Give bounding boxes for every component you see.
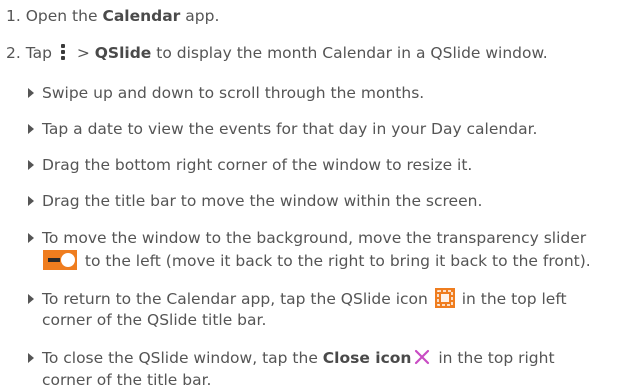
step-1-app-name: Calendar (102, 7, 181, 25)
bullet-resize-text: Drag the bottom right corner of the wind… (42, 156, 473, 174)
bullet-tap-date: Tap a date to view the events for that d… (28, 119, 537, 139)
bullet-arrow-icon (28, 233, 34, 243)
bullet-transparency-line2: to the left (move it back to the right t… (42, 250, 591, 271)
bullet-arrow-icon (28, 88, 34, 98)
bullet-arrow-icon (28, 196, 34, 206)
step-1-text-before: Open the (25, 7, 103, 25)
step-2: 2. Tap > QSlide to display the month Cal… (6, 43, 548, 63)
bullet-scroll: Swipe up and down to scroll through the … (28, 83, 424, 103)
bullet-return: To return to the Calendar app, tap the Q… (28, 288, 567, 309)
step-1-number: 1. (6, 7, 21, 25)
bullet-transparency-line1: To move the window to the background, mo… (42, 229, 587, 247)
qslide-icon (434, 288, 455, 308)
step-1: 1. Open the Calendar app. (6, 6, 219, 26)
bullet-scroll-text: Swipe up and down to scroll through the … (42, 84, 425, 102)
menu-dots-icon (60, 43, 66, 61)
bullet-arrow-icon (28, 294, 34, 304)
bullet-transparency-line2-text: to the left (move it back to the right t… (80, 252, 591, 270)
bullet-return-line2: corner of the QSlide title bar. (42, 310, 266, 330)
bullet-arrow-icon (28, 353, 34, 363)
bullet-arrow-icon (28, 124, 34, 134)
step-1-text-after: app. (180, 7, 220, 25)
bullet-tap-date-text: Tap a date to view the events for that d… (42, 120, 538, 138)
step-2-number: 2. (6, 44, 21, 62)
bullet-return-line2-text: corner of the QSlide title bar. (42, 311, 267, 329)
bullet-close-line2: corner of the title bar. (42, 370, 211, 390)
bullet-close-line2-text: corner of the title bar. (42, 371, 212, 389)
bullet-return-text-before: To return to the Calendar app, tap the Q… (42, 290, 433, 308)
transparency-slider-icon (43, 250, 77, 270)
bullet-move-text: Drag the title bar to move the window wi… (42, 192, 483, 210)
step-2-tap: Tap (25, 44, 57, 62)
step-2-text-after: to display the month Calendar in a QSlid… (151, 44, 548, 62)
instruction-document: 1. Open the Calendar app. 2. Tap > QSlid… (0, 0, 638, 391)
bullet-close-text-before: To close the QSlide window, tap the (42, 349, 323, 367)
bullet-close: To close the QSlide window, tap the Clos… (28, 348, 555, 368)
bullet-resize: Drag the bottom right corner of the wind… (28, 155, 472, 175)
step-2-separator: > (71, 44, 95, 62)
bullet-close-text-after: in the top right (433, 349, 555, 367)
bullet-close-bold: Close icon (322, 349, 412, 367)
close-icon (413, 348, 431, 366)
bullet-transparency: To move the window to the background, mo… (28, 228, 586, 248)
bullet-arrow-icon (28, 160, 34, 170)
bullet-return-text-after: in the top left (456, 290, 567, 308)
step-2-qslide: QSlide (94, 44, 152, 62)
bullet-move: Drag the title bar to move the window wi… (28, 191, 482, 211)
